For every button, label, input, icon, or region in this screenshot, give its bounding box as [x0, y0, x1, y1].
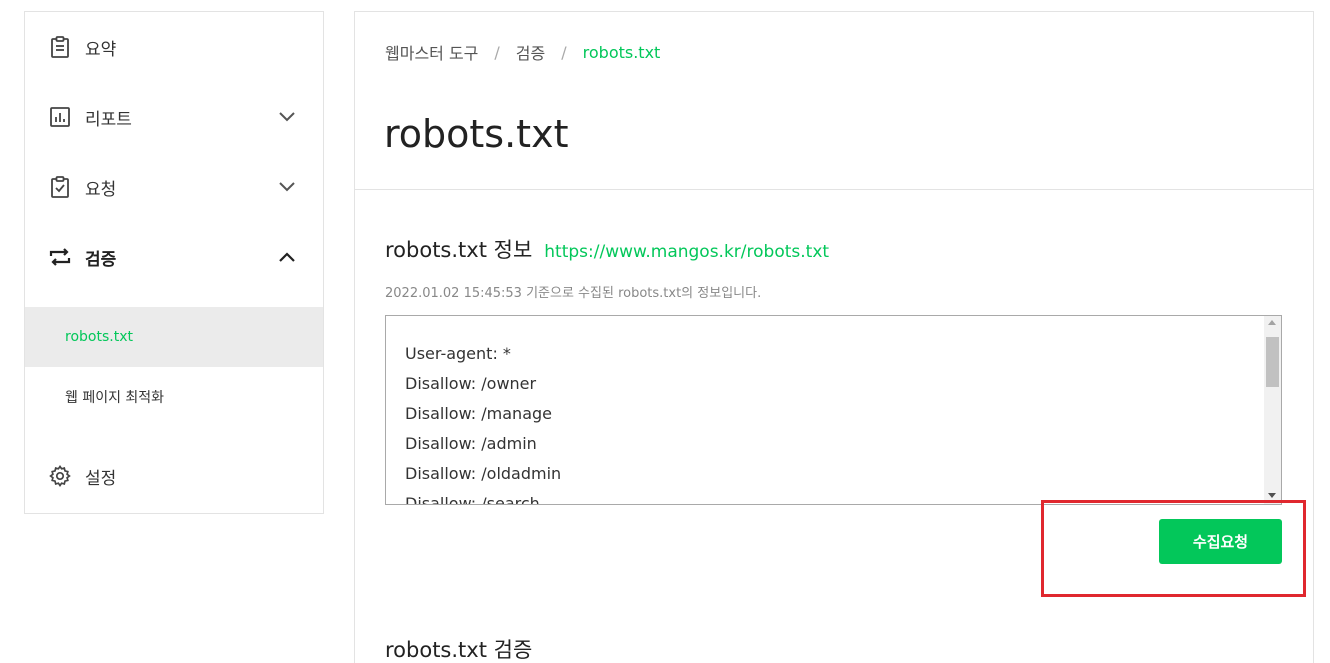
sidebar-subitem-robots[interactable]: robots.txt [25, 307, 323, 367]
vertical-scrollbar[interactable] [1264, 316, 1281, 504]
chevron-down-icon[interactable] [277, 107, 297, 127]
robots-line: Disallow: /owner [405, 374, 537, 393]
breadcrumb-item[interactable]: 검증 [516, 40, 545, 64]
breadcrumb-separator: / [561, 42, 567, 62]
chevron-down-icon[interactable] [277, 177, 297, 197]
clipboard-check-icon [47, 174, 73, 200]
sidebar-item-label: 요청 [85, 179, 117, 200]
chevron-up-icon[interactable] [277, 247, 297, 267]
sidebar-item-verify[interactable]: 검증 [25, 237, 323, 277]
verify-section-title: robots.txt 검증 [385, 634, 532, 663]
robots-line: Disallow: /search [405, 494, 540, 505]
robots-content-textarea[interactable]: User-agent: * Disallow: /owner Disallow:… [385, 315, 1282, 505]
breadcrumb: 웹마스터 도구 / 검증 / robots.txt [385, 40, 660, 64]
sidebar-subitem-web-optimization[interactable]: 웹 페이지 최적화 [25, 367, 323, 427]
breadcrumb-item[interactable]: 웹마스터 도구 [385, 40, 478, 64]
bar-chart-icon [47, 104, 73, 130]
repeat-icon [47, 244, 73, 270]
scrollbar-thumb[interactable] [1266, 337, 1279, 387]
breadcrumb-separator: / [494, 42, 500, 62]
sidebar-item-label: 검증 [85, 249, 117, 270]
scroll-down-arrow-icon[interactable] [1268, 493, 1276, 498]
sidebar-subitem-label: robots.txt [65, 329, 133, 345]
sidebar-subitem-label: 웹 페이지 최적화 [65, 390, 165, 406]
sidebar-item-summary[interactable]: 요약 [25, 27, 323, 67]
highlight-annotation-box [1041, 500, 1306, 597]
breadcrumb-current: robots.txt [582, 42, 661, 62]
robots-content: User-agent: * Disallow: /owner Disallow:… [405, 339, 562, 505]
section-heading: robots.txt 정보 [385, 238, 533, 262]
section-heading: robots.txt 검증 [385, 638, 533, 662]
sidebar-item-label: 요약 [85, 39, 117, 60]
sidebar-item-report[interactable]: 리포트 [25, 97, 323, 137]
gear-icon [47, 463, 73, 489]
robots-line: Disallow: /admin [405, 434, 537, 453]
clipboard-icon [47, 34, 73, 60]
sidebar-item-request[interactable]: 요청 [25, 167, 323, 207]
sidebar-item-label: 리포트 [85, 109, 132, 130]
robots-line: Disallow: /oldadmin [405, 464, 562, 483]
info-section-title: robots.txt 정보 https://www.mangos.kr/robo… [385, 234, 829, 264]
sidebar-item-label: 설정 [85, 468, 117, 489]
robots-line: User-agent: * [405, 344, 511, 363]
sidebar-nav: 요약 리포트 요청 검증 robots.txt 웹 페이지 최적화 설정 [24, 11, 324, 514]
collected-info-text: 2022.01.02 15:45:53 기준으로 수집된 robots.txt의… [385, 286, 762, 301]
scroll-up-arrow-icon[interactable] [1268, 320, 1276, 325]
divider [355, 189, 1313, 190]
sidebar-item-settings[interactable]: 설정 [25, 456, 323, 496]
page-title: robots.txt [384, 112, 569, 156]
robots-line: Disallow: /manage [405, 404, 552, 423]
robots-url-link[interactable]: https://www.mangos.kr/robots.txt [544, 242, 829, 262]
